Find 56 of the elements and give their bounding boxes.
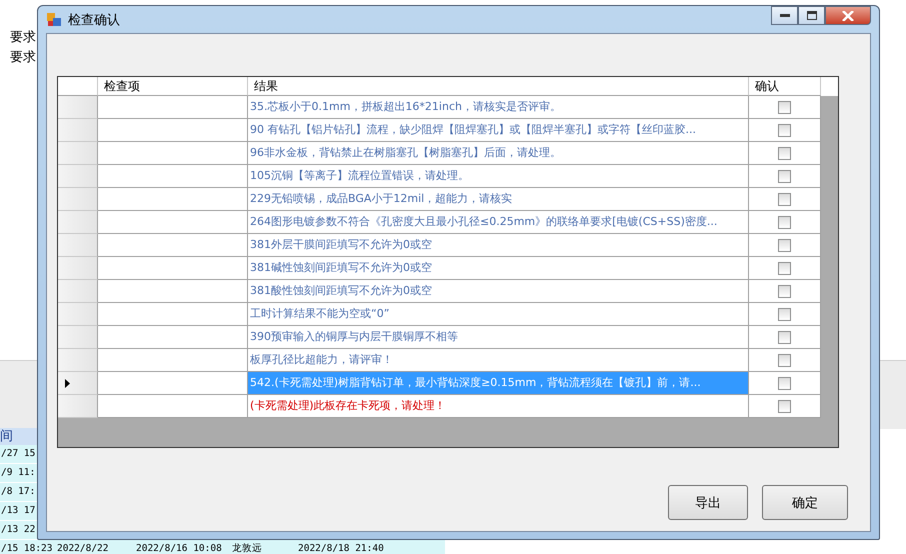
table-cell-text: 2022/8/16 10:08	[135, 542, 223, 554]
checkbox[interactable]	[778, 124, 791, 136]
checkbox[interactable]	[778, 400, 791, 412]
table-cell: 381碱性蚀刻间距填写不允许为0或空	[248, 257, 749, 280]
table-cell-text: /13 22	[0, 523, 36, 537]
checkbox[interactable]	[778, 376, 791, 390]
background-label: 要求	[10, 30, 36, 46]
table-cell-text: 2022/8/22	[56, 542, 110, 554]
column-header[interactable]: 检查项	[98, 77, 248, 96]
table-cell: 105沉铜【等离子】流程位置错误，请处理。	[248, 165, 749, 188]
table-cell: 381外层干膜间距填写不允许为0或空	[248, 234, 749, 257]
checkbox[interactable]	[778, 192, 791, 206]
column-header: 间	[0, 429, 13, 444]
checkbox[interactable]	[778, 216, 791, 228]
window-title: 检查确认	[68, 12, 120, 28]
table-cell: 35.芯板小于0.1mm，拼板超出16*21inch，请核实是否评审。	[248, 96, 749, 119]
table-cell: 542.(卡死需处理)树脂背钻订单，最小背钻深度≥0.15mm，背钻流程须在【镀孔】前，请...	[248, 372, 749, 395]
background-label: 要求	[10, 50, 36, 66]
minimize-button[interactable]	[771, 6, 798, 25]
checkbox[interactable]	[778, 284, 791, 298]
export-button[interactable]: 导出	[668, 485, 748, 520]
table-cell-text: 2022/8/18 21:40	[297, 542, 385, 554]
table-cell-text: /15 18:23	[0, 542, 54, 554]
row-header[interactable]	[58, 372, 98, 395]
minimize-icon	[780, 14, 790, 18]
table-cell-text: /27 15	[0, 447, 36, 461]
table-cell: 96非水金板，背钻禁止在树脂塞孔【树脂塞孔】后面，请处理。	[248, 142, 749, 165]
checkbox[interactable]	[778, 330, 791, 344]
checkbox[interactable]	[778, 170, 791, 182]
close-icon	[842, 10, 854, 20]
close-button[interactable]	[825, 6, 871, 25]
checkbox[interactable]	[778, 262, 791, 274]
window-icon	[46, 12, 62, 28]
table-cell-text: 龙敦远	[231, 542, 263, 554]
table-cell-text: /13 17	[0, 504, 36, 518]
table-cell: 工时计算结果不能为空或“0”	[248, 303, 749, 326]
table-cell: 381酸性蚀刻间距填写不允许为0或空	[248, 280, 749, 303]
maximize-button[interactable]	[798, 6, 825, 25]
header-corner-cell	[58, 77, 98, 96]
table-cell: 板厚孔径比超能力，请评审！	[248, 349, 749, 372]
table-cell: 229无铅喷锡，成品BGA小于12mil，超能力，请核实	[248, 188, 749, 211]
table-cell-text: /9 11:	[0, 466, 36, 480]
checkbox[interactable]	[778, 146, 791, 160]
table-cell: 90 有钻孔【铝片钻孔】流程，缺少阻焊【阻焊塞孔】或【阻焊半塞孔】或字符【丝印蓝胶...	[248, 119, 749, 142]
checkbox[interactable]	[778, 308, 791, 320]
table-cell-text: /8 17:	[0, 485, 36, 499]
checkbox[interactable]	[778, 100, 791, 114]
checkbox[interactable]	[778, 354, 791, 366]
table-cell: 264图形电镀参数不符合《孔密度大且最小孔径≤0.25mm》的联络单要求[电镀(CS+SS)密度...	[248, 211, 749, 234]
table-cell: (卡死需处理)此板存在卡死项，请处理！	[248, 395, 749, 418]
table-cell: 390预审输入的铜厚与内层干膜铜厚不相等	[248, 326, 749, 349]
checkbox[interactable]	[778, 238, 791, 252]
column-header[interactable]: 结果	[248, 77, 749, 96]
confirm-button[interactable]: 确定	[762, 485, 848, 520]
column-header[interactable]: 确认	[749, 77, 821, 96]
maximize-icon	[806, 11, 816, 20]
